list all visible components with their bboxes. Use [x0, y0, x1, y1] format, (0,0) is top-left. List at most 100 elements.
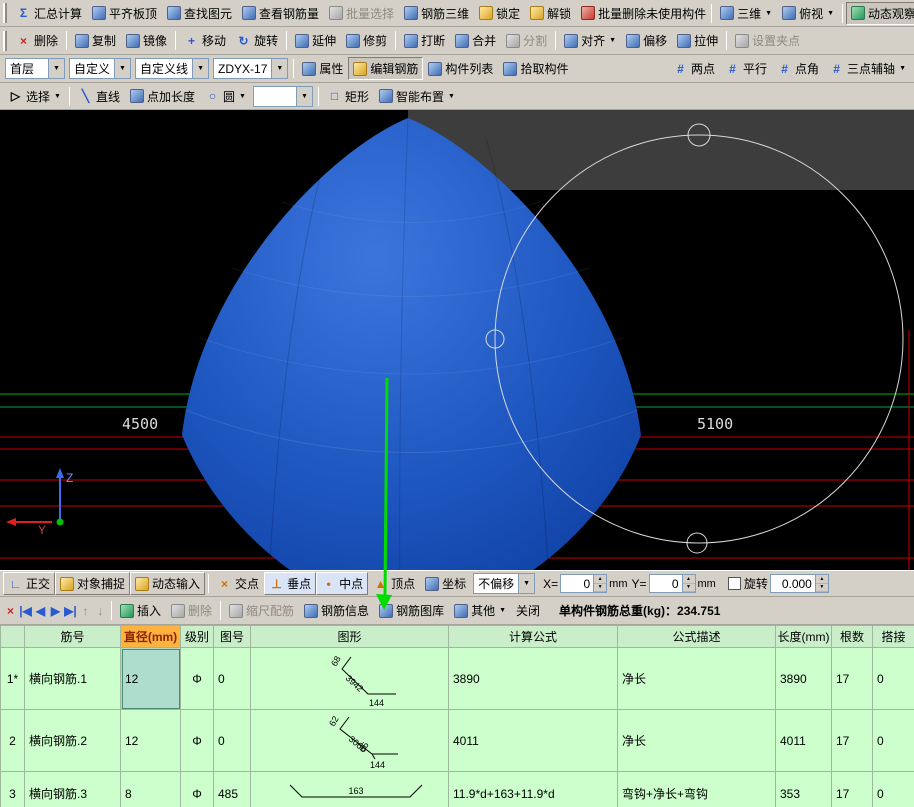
- midpoint-snap-button[interactable]: • 中点: [316, 572, 369, 595]
- col-header-grade[interactable]: 级别: [180, 625, 214, 648]
- table-row[interactable]: 3 横向钢筋.3 8 Φ 485 163 11.9*d+163+11.9*d 弯…: [0, 771, 914, 807]
- cell-length[interactable]: 3890: [775, 647, 832, 710]
- nav-first-button[interactable]: |◀: [18, 603, 33, 618]
- spin-up-icon[interactable]: ▲: [815, 575, 828, 584]
- x-coordinate-input[interactable]: 0 ▲ ▼: [560, 574, 608, 593]
- col-header-figure-no[interactable]: 图号: [213, 625, 251, 648]
- cell-figure[interactable]: 163: [250, 771, 449, 807]
- cell-diameter[interactable]: 12: [120, 709, 181, 772]
- spin-down-icon[interactable]: ▼: [594, 583, 607, 592]
- select-dropdown[interactable]: ▷ 选择 ▼: [3, 85, 66, 108]
- stretch-button[interactable]: 拉伸: [672, 29, 723, 52]
- col-header-count[interactable]: 根数: [831, 625, 873, 648]
- cell-name[interactable]: 横向钢筋.2: [24, 709, 121, 772]
- cell-lap[interactable]: 0: [872, 647, 914, 710]
- x-spinner[interactable]: ▲ ▼: [594, 574, 608, 593]
- nav-next-button[interactable]: ▶: [48, 603, 63, 618]
- rotate-angle-value[interactable]: 0.000: [769, 574, 816, 593]
- y-coordinate-input[interactable]: 0 ▲ ▼: [648, 574, 696, 593]
- line-button[interactable]: ╲ 直线: [73, 85, 125, 108]
- floor-select[interactable]: 首层 ▼: [5, 58, 65, 79]
- row-number-cell[interactable]: 2: [0, 709, 25, 772]
- chevron-down-icon[interactable]: ▼: [114, 59, 131, 78]
- table-row[interactable]: 2 横向钢筋.2 12 Φ 0 62 3060 65 144 4011 净长 4…: [0, 709, 914, 772]
- cell-figure-no[interactable]: 485: [213, 771, 251, 807]
- cell-count[interactable]: 17: [831, 709, 873, 772]
- rotate-angle-input[interactable]: 0.000 ▲ ▼: [769, 574, 829, 593]
- rebar-library-button[interactable]: 钢筋图库: [374, 599, 449, 622]
- cell-figure-no[interactable]: 0: [213, 709, 251, 772]
- col-header-length[interactable]: 长度(mm): [775, 625, 832, 648]
- insert-row-button[interactable]: 插入: [115, 599, 166, 622]
- other-dropdown[interactable]: 其他 ▼: [449, 599, 511, 622]
- col-header-lap[interactable]: 搭接: [872, 625, 914, 648]
- intersection-snap-button[interactable]: × 交点: [212, 572, 264, 595]
- element-name-select[interactable]: ZDYX-17 ▼: [213, 58, 289, 79]
- cell-name[interactable]: 横向钢筋.3: [24, 771, 121, 807]
- unlock-button[interactable]: 解锁: [525, 2, 576, 25]
- perpendicular-snap-button[interactable]: ⊥ 垂点: [264, 572, 317, 595]
- extend-button[interactable]: 延伸: [290, 29, 341, 52]
- chevron-down-icon[interactable]: ▼: [192, 59, 209, 78]
- x-coordinate-value[interactable]: 0: [560, 574, 595, 593]
- align-dropdown[interactable]: 对齐 ▼: [559, 29, 621, 52]
- y-coordinate-value[interactable]: 0: [648, 574, 683, 593]
- chevron-down-icon[interactable]: ▼: [48, 59, 64, 78]
- row-number-cell[interactable]: 3: [0, 771, 25, 807]
- nav-last-button[interactable]: ▶|: [63, 603, 78, 618]
- rect-button[interactable]: □ 矩形: [322, 85, 374, 108]
- orbit-button[interactable]: 动态观察: [846, 1, 914, 25]
- batch-delete-unused-button[interactable]: 批量删除未使用构件: [576, 2, 711, 25]
- top-view-dropdown[interactable]: 俯视 ▼: [777, 2, 839, 25]
- chevron-down-icon[interactable]: ▼: [295, 86, 312, 106]
- cell-lap[interactable]: 0: [872, 709, 914, 772]
- parallel-axis-button[interactable]: # 平行: [720, 57, 772, 80]
- mirror-button[interactable]: 镜像: [121, 29, 172, 52]
- spin-down-icon[interactable]: ▼: [815, 583, 828, 592]
- col-header-diameter[interactable]: 直径(mm): [120, 625, 181, 648]
- move-button[interactable]: + 移动: [179, 29, 231, 52]
- circle-dropdown[interactable]: ○ 圆 ▼: [200, 85, 251, 108]
- break-button[interactable]: 打断: [399, 29, 450, 52]
- row-number-cell[interactable]: 1*: [0, 647, 25, 710]
- close-panel-icon[interactable]: ×: [3, 603, 18, 618]
- cell-figure-no[interactable]: 0: [213, 647, 251, 710]
- cell-figure[interactable]: 62 3060 65 144: [250, 709, 449, 772]
- two-point-axis-button[interactable]: # 两点: [668, 57, 720, 80]
- cell-lap[interactable]: 0: [872, 771, 914, 807]
- offset-select[interactable]: 不偏移 ▼: [473, 573, 536, 594]
- summary-calc-button[interactable]: Σ 汇总计算: [11, 2, 87, 25]
- cell-diameter-selected[interactable]: 12: [120, 647, 181, 710]
- cell-count[interactable]: 17: [831, 647, 873, 710]
- view-3d-dropdown[interactable]: 三维 ▼: [715, 2, 777, 25]
- y-spinner[interactable]: ▲ ▼: [682, 574, 696, 593]
- point-plus-length-button[interactable]: 点加长度: [125, 85, 200, 108]
- rotate-button[interactable]: ↻ 旋转: [231, 29, 283, 52]
- rebar-info-button[interactable]: 钢筋信息: [299, 599, 374, 622]
- point-angle-axis-button[interactable]: # 点角: [772, 57, 824, 80]
- cell-count[interactable]: 17: [831, 771, 873, 807]
- move-up-button[interactable]: ↑: [78, 603, 93, 618]
- lock-button[interactable]: 锁定: [474, 2, 525, 25]
- col-header-name[interactable]: 筋号: [24, 625, 121, 648]
- cell-formula-desc[interactable]: 弯钩+净长+弯钩: [617, 771, 776, 807]
- cell-grade[interactable]: Φ: [180, 709, 214, 772]
- spin-up-icon[interactable]: ▲: [594, 575, 607, 584]
- copy-button[interactable]: 复制: [70, 29, 121, 52]
- rotate-checkbox[interactable]: [727, 577, 741, 590]
- cell-formula[interactable]: 3890: [448, 647, 618, 710]
- cell-diameter[interactable]: 8: [120, 771, 181, 807]
- cell-name[interactable]: 横向钢筋.1: [24, 647, 121, 710]
- delete-button[interactable]: × 删除: [11, 29, 63, 52]
- pick-element-button[interactable]: 拾取构件: [498, 57, 573, 80]
- align-slab-top-button[interactable]: 平齐板顶: [87, 2, 162, 25]
- three-point-aux-axis-dropdown[interactable]: # 三点辅轴 ▼: [824, 57, 911, 80]
- spin-up-icon[interactable]: ▲: [682, 575, 695, 584]
- cell-length[interactable]: 4011: [775, 709, 832, 772]
- find-element-button[interactable]: 查找图元: [162, 2, 237, 25]
- edit-rebar-button[interactable]: 编辑钢筋: [348, 57, 424, 80]
- col-header-figure[interactable]: 图形: [250, 625, 449, 648]
- trim-button[interactable]: 修剪: [341, 29, 392, 52]
- move-down-button[interactable]: ↓: [93, 603, 108, 618]
- dynamic-input-toggle[interactable]: 动态输入: [130, 572, 206, 595]
